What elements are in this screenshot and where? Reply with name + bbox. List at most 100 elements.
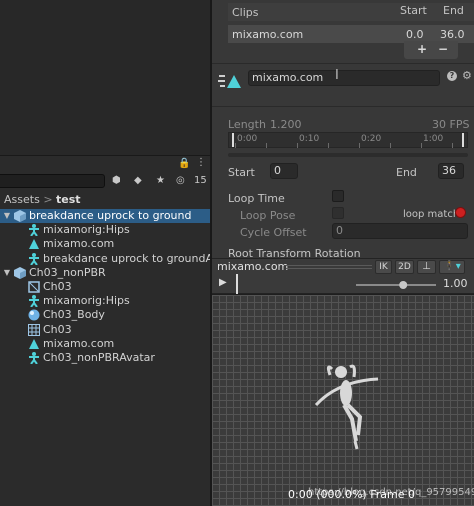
end-field[interactable]: 36 [438, 163, 464, 179]
grid-mesh-icon [28, 323, 40, 336]
tree-item[interactable]: mixamorig:Hips [0, 223, 210, 237]
menu-icon[interactable]: ⋮ [196, 157, 206, 168]
start-label: Start [228, 166, 255, 179]
clips-add-remove: + − [404, 41, 458, 59]
loop-match-label: loop match [403, 209, 460, 220]
tree-item[interactable]: ▼ breakdance uprock to ground [0, 209, 210, 223]
tree-item[interactable]: mixamorig:Hips [0, 294, 210, 308]
tree-item[interactable]: Ch03_nonPBRAvatar [0, 351, 210, 365]
clips-header-end: End [443, 4, 464, 17]
tree-item-label: mixamo.com [43, 336, 115, 350]
pivot-icon[interactable]: ⊥ [417, 260, 436, 274]
animation-inspector: Clips Start End mixamo.com 0.0 36.0 + − … [212, 0, 474, 260]
tree-item-label: Ch03_nonPBRAvatar [43, 351, 155, 364]
tree-item[interactable]: breakdance uprock to groundAvatar [0, 252, 210, 266]
hidden-count: 15 [194, 175, 207, 186]
help-icon[interactable]: ? [447, 71, 457, 81]
divider [212, 106, 474, 107]
tree-item-label: mixamorig:Hips [43, 294, 130, 308]
time-cursor[interactable] [236, 274, 238, 294]
animation-clip-icon [28, 238, 40, 250]
clip-row-start: 0.0 [406, 28, 424, 41]
cycle-offset-label: Cycle Offset [240, 226, 307, 239]
timeline-start-marker[interactable] [232, 133, 234, 147]
start-field[interactable]: 0 [270, 163, 298, 179]
clip-name-input[interactable]: mixamo.com [248, 70, 440, 86]
timeline-tick-label: 0:20 [361, 134, 382, 144]
fps-value: 30 FPS [432, 118, 470, 131]
tree-item[interactable]: mixamo.com [0, 237, 210, 251]
length-value: 1.200 [270, 118, 302, 131]
divider [212, 63, 474, 64]
material-icon [28, 309, 40, 321]
humanoid-icon [28, 224, 40, 237]
animation-clip-icon [218, 75, 241, 88]
tree-item-label: Ch03 [43, 280, 72, 293]
model-prefab-icon [14, 266, 26, 279]
speed-slider[interactable] [356, 280, 436, 290]
label-filter-icon[interactable]: ◆ [134, 175, 142, 186]
mesh-icon [28, 281, 40, 293]
speed-slider-knob[interactable] [399, 281, 408, 289]
tree-item-label: Ch03_Body [43, 308, 105, 322]
create-icon[interactable]: ⬢ [112, 175, 121, 186]
tree-item-label: mixamo.com [43, 237, 115, 251]
tree-item[interactable]: Ch03 [0, 323, 210, 337]
timeline-tick-label: 1:00 [423, 134, 444, 144]
favorite-star-icon[interactable]: ★ [156, 175, 165, 186]
tree-item[interactable]: Ch03 [0, 280, 210, 294]
cycle-offset-field[interactable]: 0 [332, 223, 468, 239]
text-cursor-icon: I [335, 68, 339, 83]
tree-item-label: mixamorig:Hips [43, 223, 130, 237]
breadcrumb-current[interactable]: test [56, 193, 81, 206]
hidden-eye-icon[interactable]: ◎ [176, 175, 185, 186]
tree-item-label: Ch03_nonPBR [29, 265, 106, 279]
animation-clip-icon [28, 338, 40, 350]
expand-arrow-icon[interactable]: ▼ [2, 266, 12, 280]
timeline-end-marker[interactable] [462, 133, 464, 147]
frame-status: 0:00 (000.0%) Frame 0 [288, 488, 415, 501]
timeline-tick-label: 0:10 [299, 134, 320, 144]
preview-header: mixamo.com IK 2D ⊥ 🕴▾ [212, 258, 474, 274]
preview-viewport[interactable]: https://blog.csdn.net/q_957995490 0:00 (… [212, 295, 474, 506]
loop-pose-checkbox[interactable] [332, 207, 344, 219]
play-icon[interactable]: ▶ [219, 277, 227, 288]
clip-row-end: 36.0 [440, 28, 465, 41]
remove-clip-button[interactable]: − [438, 42, 448, 56]
settings-icon[interactable]: ⚙ [462, 69, 472, 82]
timeline-tick-label: 0:00 [237, 134, 258, 144]
loop-time-label: Loop Time [228, 192, 285, 205]
length-label: Length [228, 118, 266, 131]
loop-time-checkbox[interactable] [332, 190, 344, 202]
project-toolbar: 🔒 ⋮ [0, 156, 210, 174]
tree-item-label: breakdance uprock to groundAvatar [43, 251, 210, 265]
expand-arrow-icon[interactable]: ▼ [2, 209, 12, 223]
search-input[interactable] [0, 174, 105, 188]
lock-icon[interactable]: 🔒 [178, 158, 190, 169]
2d-toggle[interactable]: 2D [395, 260, 414, 274]
tree-item[interactable]: mixamo.com [0, 337, 210, 351]
breadcrumb-root[interactable]: Assets [4, 193, 40, 206]
clips-header-start: Start [400, 4, 427, 17]
avatar-select-icon[interactable]: 🕴▾ [439, 260, 465, 274]
character-preview [314, 364, 379, 450]
add-clip-button[interactable]: + [417, 42, 427, 56]
timeline-scrubber[interactable] [228, 153, 468, 157]
preview-controls: ▶ 1.00 [212, 274, 474, 294]
drag-handle[interactable] [286, 265, 372, 269]
end-label: End [396, 166, 417, 179]
tree-item[interactable]: Ch03_Body [0, 308, 210, 322]
avatar-icon [28, 252, 40, 266]
project-panel: 🔒 ⋮ ⬢ ◆ ★ ◎ 15 Assets > test ▼ breakdance… [0, 155, 210, 506]
clip-timeline[interactable]: 0:00 0:10 0:20 1:00 [228, 132, 468, 148]
avatar-icon [28, 352, 40, 365]
loop-pose-label: Loop Pose [240, 209, 296, 222]
clips-header-name: Clips [232, 6, 259, 19]
tree-item-label: breakdance uprock to ground [29, 209, 192, 222]
clips-table: Clips Start End mixamo.com 0.0 36.0 [228, 3, 474, 43]
tree-item[interactable]: ▼ Ch03_nonPBR [0, 266, 210, 280]
loop-match-indicator-icon [455, 207, 466, 218]
scene-empty-area [0, 0, 210, 155]
preview-title: mixamo.com [217, 260, 289, 273]
ik-toggle[interactable]: IK [375, 260, 392, 274]
